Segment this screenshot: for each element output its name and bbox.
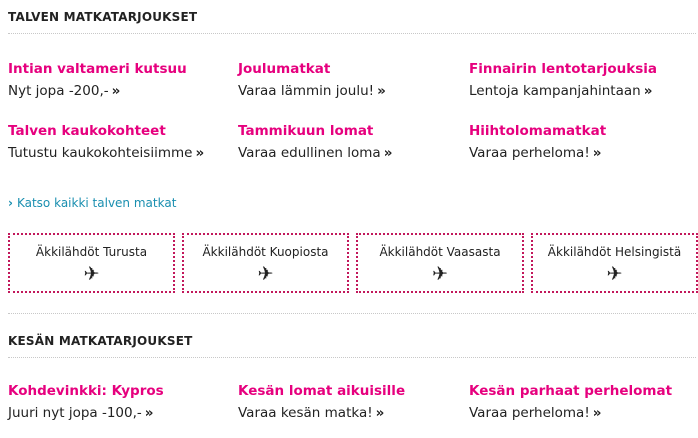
- offer-subtitle-link[interactable]: Varaa kesän matka!»: [238, 405, 458, 421]
- offer-subtitle-text: Varaa perheloma!: [469, 145, 590, 161]
- double-chevron-right-icon: »: [592, 145, 602, 161]
- offer-card[interactable]: Kesän lomat aikuisille Varaa kesän matka…: [238, 383, 458, 421]
- offer-card[interactable]: Talven kaukokohteet Tutustu kaukokohteis…: [8, 123, 228, 161]
- quick-departure-vaasa[interactable]: Äkkilähdöt Vaasasta ✈: [356, 233, 524, 293]
- double-chevron-right-icon: »: [375, 405, 385, 421]
- double-chevron-right-icon: »: [643, 83, 653, 99]
- quick-departure-turku[interactable]: Äkkilähdöt Turusta ✈: [8, 233, 175, 293]
- airplane-icon: ✈: [606, 263, 623, 285]
- double-chevron-right-icon: »: [592, 405, 602, 421]
- winter-divider: [8, 33, 696, 34]
- summer-section-title: KESÄN MATKATARJOUKSET: [8, 334, 193, 348]
- offer-subtitle-text: Varaa kesän matka!: [238, 405, 373, 421]
- double-chevron-right-icon: »: [144, 405, 154, 421]
- winter-section-title: TALVEN MATKATARJOUKSET: [8, 10, 198, 24]
- offer-subtitle-link[interactable]: Nyt jopa -200,-»: [8, 83, 228, 99]
- offer-card[interactable]: Kesän parhaat perhelomat Varaa perheloma…: [469, 383, 689, 421]
- double-chevron-right-icon: »: [111, 83, 121, 99]
- quick-departure-label: Äkkilähdöt Helsingistä: [547, 245, 682, 259]
- offer-subtitle-text: Tutustu kaukokohteisiimme: [8, 145, 193, 161]
- offer-title-link[interactable]: Kesän lomat aikuisille: [238, 383, 458, 399]
- all-winter-trips-label: Katso kaikki talven matkat: [16, 196, 177, 210]
- offer-title-link[interactable]: Joulumatkat: [238, 61, 458, 77]
- offer-title-link[interactable]: Tammikuun lomat: [238, 123, 458, 139]
- double-chevron-right-icon: »: [195, 145, 205, 161]
- section-divider: [8, 313, 696, 314]
- quick-departure-label: Äkkilähdöt Vaasasta: [379, 245, 501, 259]
- airplane-icon: ✈: [83, 263, 100, 285]
- airplane-icon: ✈: [257, 263, 274, 285]
- offer-title-link[interactable]: Hiihtolomamatkat: [469, 123, 689, 139]
- summer-divider: [8, 357, 696, 358]
- offer-subtitle-link[interactable]: Juuri nyt jopa -100,-»: [8, 405, 228, 421]
- offer-subtitle-link[interactable]: Lentoja kampanjahintaan»: [469, 83, 689, 99]
- offer-subtitle-text: Nyt jopa -200,-: [8, 83, 109, 99]
- airplane-icon: ✈: [432, 263, 448, 285]
- offer-title-link[interactable]: Kesän parhaat perhelomat: [469, 383, 689, 399]
- offer-title-link[interactable]: Talven kaukokohteet: [8, 123, 228, 139]
- all-winter-trips-link[interactable]: › Katso kaikki talven matkat: [8, 196, 176, 210]
- offer-subtitle-link[interactable]: Varaa perheloma!»: [469, 145, 689, 161]
- offer-subtitle-link[interactable]: Tutustu kaukokohteisiimme»: [8, 145, 228, 161]
- quick-departure-label: Äkkilähdöt Kuopiosta: [202, 245, 329, 259]
- offer-title-link[interactable]: Kohdevinkki: Kypros: [8, 383, 228, 399]
- offer-subtitle-link[interactable]: Varaa edullinen loma»: [238, 145, 458, 161]
- offer-card[interactable]: Kohdevinkki: Kypros Juuri nyt jopa -100,…: [8, 383, 228, 421]
- offer-subtitle-text: Varaa edullinen loma: [238, 145, 381, 161]
- double-chevron-right-icon: »: [377, 83, 386, 99]
- offer-card[interactable]: Hiihtolomamatkat Varaa perheloma!»: [469, 123, 689, 161]
- chevron-right-icon: ›: [8, 196, 13, 210]
- double-chevron-right-icon: »: [383, 145, 393, 161]
- offer-subtitle-text: Lentoja kampanjahintaan: [469, 83, 641, 99]
- offer-card[interactable]: Tammikuun lomat Varaa edullinen loma»: [238, 123, 458, 161]
- offer-card[interactable]: Intian valtameri kutsuu Nyt jopa -200,-»: [8, 61, 228, 99]
- offer-subtitle-text: Varaa perheloma!: [469, 405, 590, 421]
- offer-subtitle-link[interactable]: Varaa lämmin joulu!»: [238, 83, 458, 99]
- offer-card[interactable]: Finnairin lentotarjouksia Lentoja kampan…: [469, 61, 689, 99]
- offer-subtitle-link[interactable]: Varaa perheloma!»: [469, 405, 689, 421]
- offer-title-link[interactable]: Finnairin lentotarjouksia: [469, 61, 689, 77]
- offer-card[interactable]: Joulumatkat Varaa lämmin joulu!»: [238, 61, 458, 99]
- offer-title-link[interactable]: Intian valtameri kutsuu: [8, 61, 228, 77]
- quick-departure-label: Äkkilähdöt Turusta: [35, 245, 148, 259]
- offer-subtitle-text: Varaa lämmin joulu!: [238, 83, 375, 99]
- quick-departure-helsinki[interactable]: Äkkilähdöt Helsingistä ✈: [531, 233, 698, 293]
- offer-subtitle-text: Juuri nyt jopa -100,-: [8, 405, 142, 421]
- quick-departure-kuopio[interactable]: Äkkilähdöt Kuopiosta ✈: [182, 233, 349, 293]
